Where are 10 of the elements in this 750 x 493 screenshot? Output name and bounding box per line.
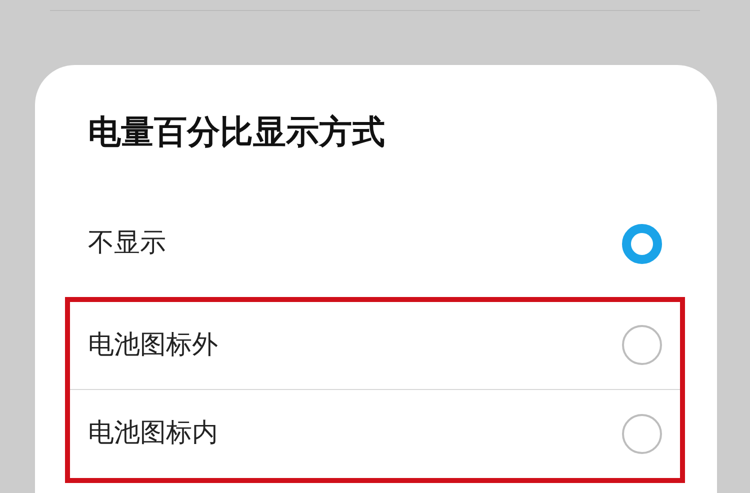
radio-button[interactable] (622, 224, 662, 264)
option-label: 电池图标内 (88, 417, 218, 450)
option-row[interactable]: 电池图标内 (70, 390, 680, 478)
dialog-title: 电量百分比显示方式 (87, 111, 386, 153)
option-row[interactable]: 不显示 (65, 194, 685, 294)
radio-button[interactable] (622, 414, 662, 454)
radio-button[interactable] (622, 325, 662, 365)
option-label: 不显示 (88, 227, 166, 260)
option-label: 电池图标外 (88, 328, 218, 362)
option-row[interactable]: 电池图标外 (70, 302, 680, 390)
